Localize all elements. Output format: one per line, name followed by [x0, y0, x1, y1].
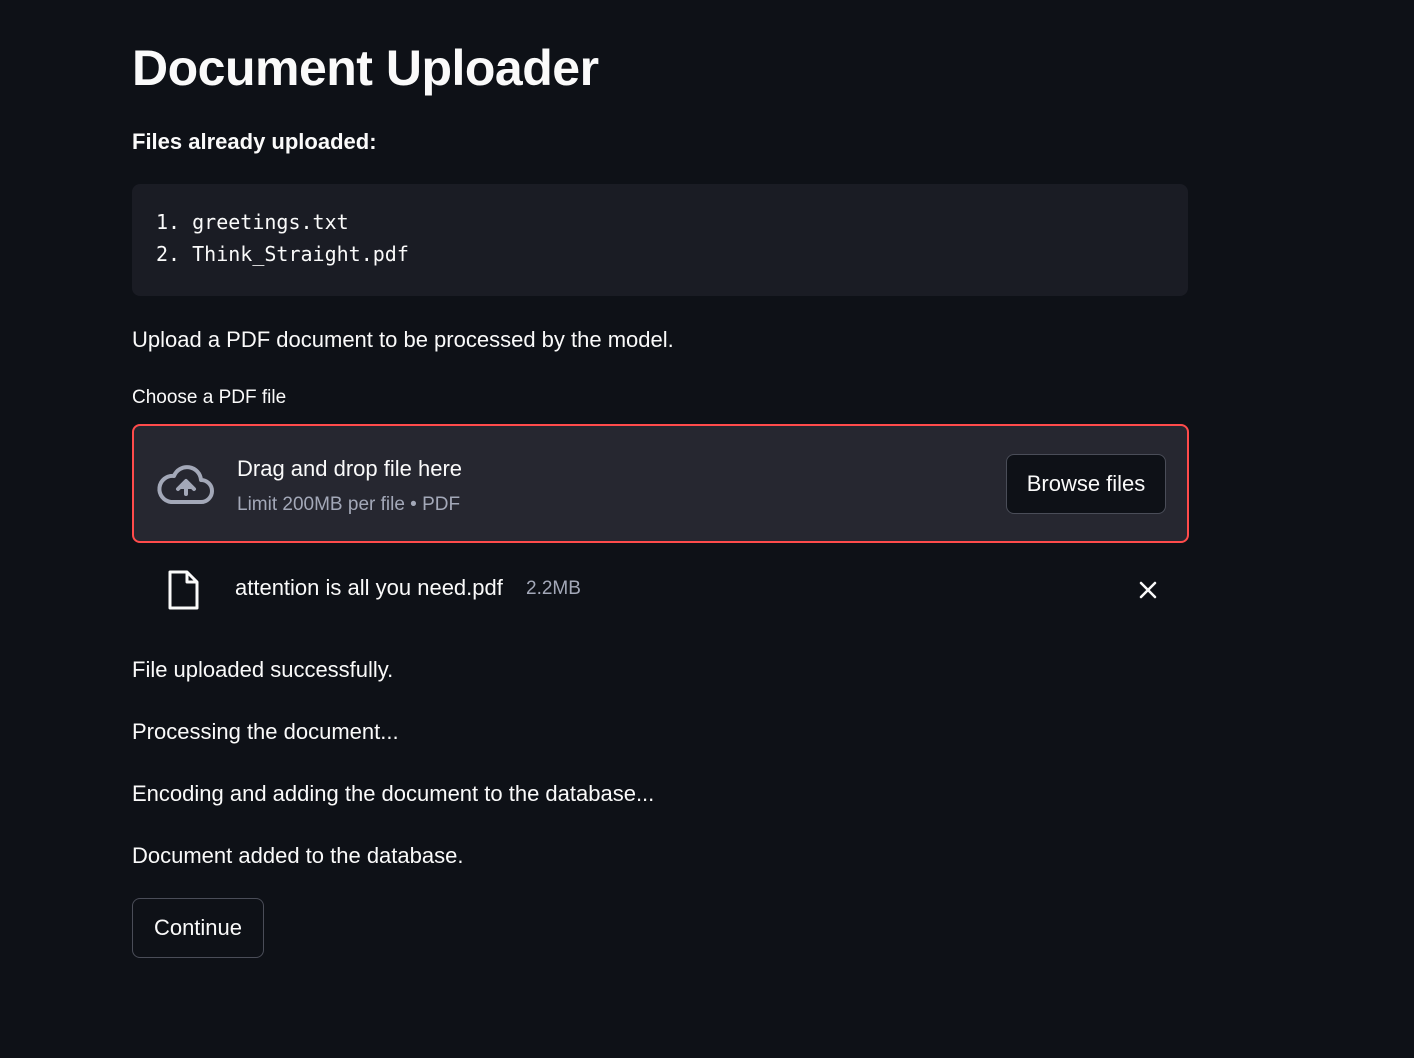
- upload-instructions: Upload a PDF document to be processed by…: [132, 327, 674, 352]
- file-icon: [168, 570, 199, 610]
- remove-file-button[interactable]: [1133, 575, 1163, 605]
- selected-file-name: attention is all you need.pdf: [235, 575, 503, 600]
- continue-button[interactable]: Continue: [132, 898, 264, 958]
- status-message: Processing the document...: [132, 719, 399, 744]
- cloud-upload-icon: [157, 465, 214, 504]
- dropzone-limit-text: Limit 200MB per file • PDF: [237, 494, 461, 515]
- status-message: File uploaded successfully.: [132, 657, 394, 682]
- file-dropzone[interactable]: Drag and drop file here Limit 200MB per …: [132, 424, 1189, 543]
- uploaded-file-item: 1. greetings.txt: [156, 210, 349, 234]
- browse-files-button[interactable]: Browse files: [1006, 454, 1166, 514]
- selected-file-row: attention is all you need.pdf 2.2MB: [132, 562, 1189, 618]
- uploaded-files-code-block: 1. greetings.txt 2. Think_Straight.pdf: [132, 184, 1188, 296]
- selected-file-size: 2.2MB: [526, 578, 581, 599]
- uploaded-files-heading: Files already uploaded:: [132, 129, 377, 154]
- page-title: Document Uploader: [132, 40, 599, 96]
- file-uploader-label: Choose a PDF file: [132, 387, 287, 408]
- uploaded-file-item: 2. Think_Straight.pdf: [156, 242, 409, 266]
- status-message: Encoding and adding the document to the …: [132, 781, 655, 806]
- status-message: Document added to the database.: [132, 843, 464, 868]
- close-icon: [1139, 581, 1157, 599]
- dropzone-title: Drag and drop file here: [237, 456, 463, 481]
